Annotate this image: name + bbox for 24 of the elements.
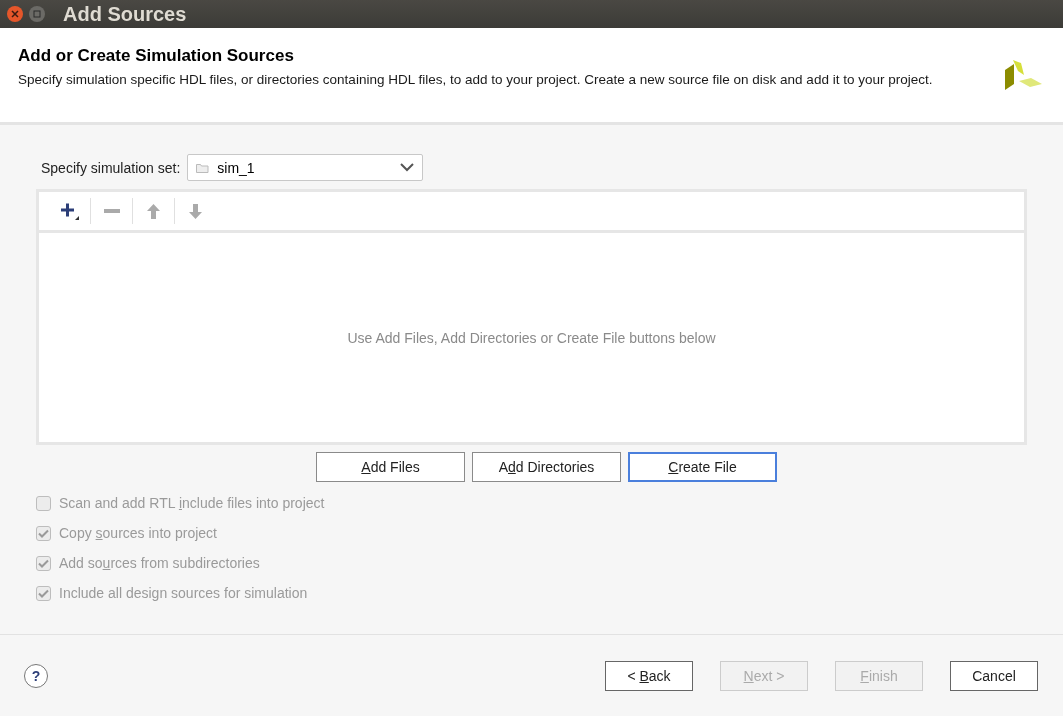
- option-label: Add sources from subdirectories: [59, 555, 260, 571]
- chevron-down-icon: [400, 163, 415, 172]
- simulation-set-label: Specify simulation set:: [41, 159, 181, 176]
- source-button[interactable]: Add Files: [316, 452, 465, 482]
- checkmark-icon: [38, 528, 49, 538]
- wizard-button[interactable]: Cancel: [950, 660, 1038, 691]
- empty-list-message: Use Add Files, Add Directories or Create File buttons below: [347, 329, 716, 346]
- page-description: Specify simulation specific HDL files, or directories containing HDL files, to add to your project. Create a new source file on disk and add it to your project.: [18, 71, 934, 88]
- checkmark-icon: [38, 558, 49, 568]
- maximize-button[interactable]: [29, 6, 45, 22]
- window-title: Add Sources: [63, 2, 187, 26]
- wizard-button[interactable]: < Back: [605, 660, 693, 691]
- page-title: Add or Create Simulation Sources: [18, 46, 295, 66]
- option-label: Scan and add RTL include files into project: [59, 495, 325, 511]
- option-label: Copy sources into project: [59, 525, 217, 541]
- checkmark-icon: [38, 588, 49, 598]
- help-button[interactable]: ?: [24, 663, 48, 688]
- option-label: Include all design sources for simulation: [59, 585, 308, 601]
- folder-icon: [196, 162, 210, 173]
- source-button[interactable]: Add Directories: [472, 452, 621, 482]
- close-button[interactable]: [7, 6, 23, 22]
- simulation-set-dropdown[interactable]: sim_1: [187, 154, 424, 181]
- add-icon[interactable]: [58, 201, 81, 221]
- source-button[interactable]: Create File: [628, 452, 777, 482]
